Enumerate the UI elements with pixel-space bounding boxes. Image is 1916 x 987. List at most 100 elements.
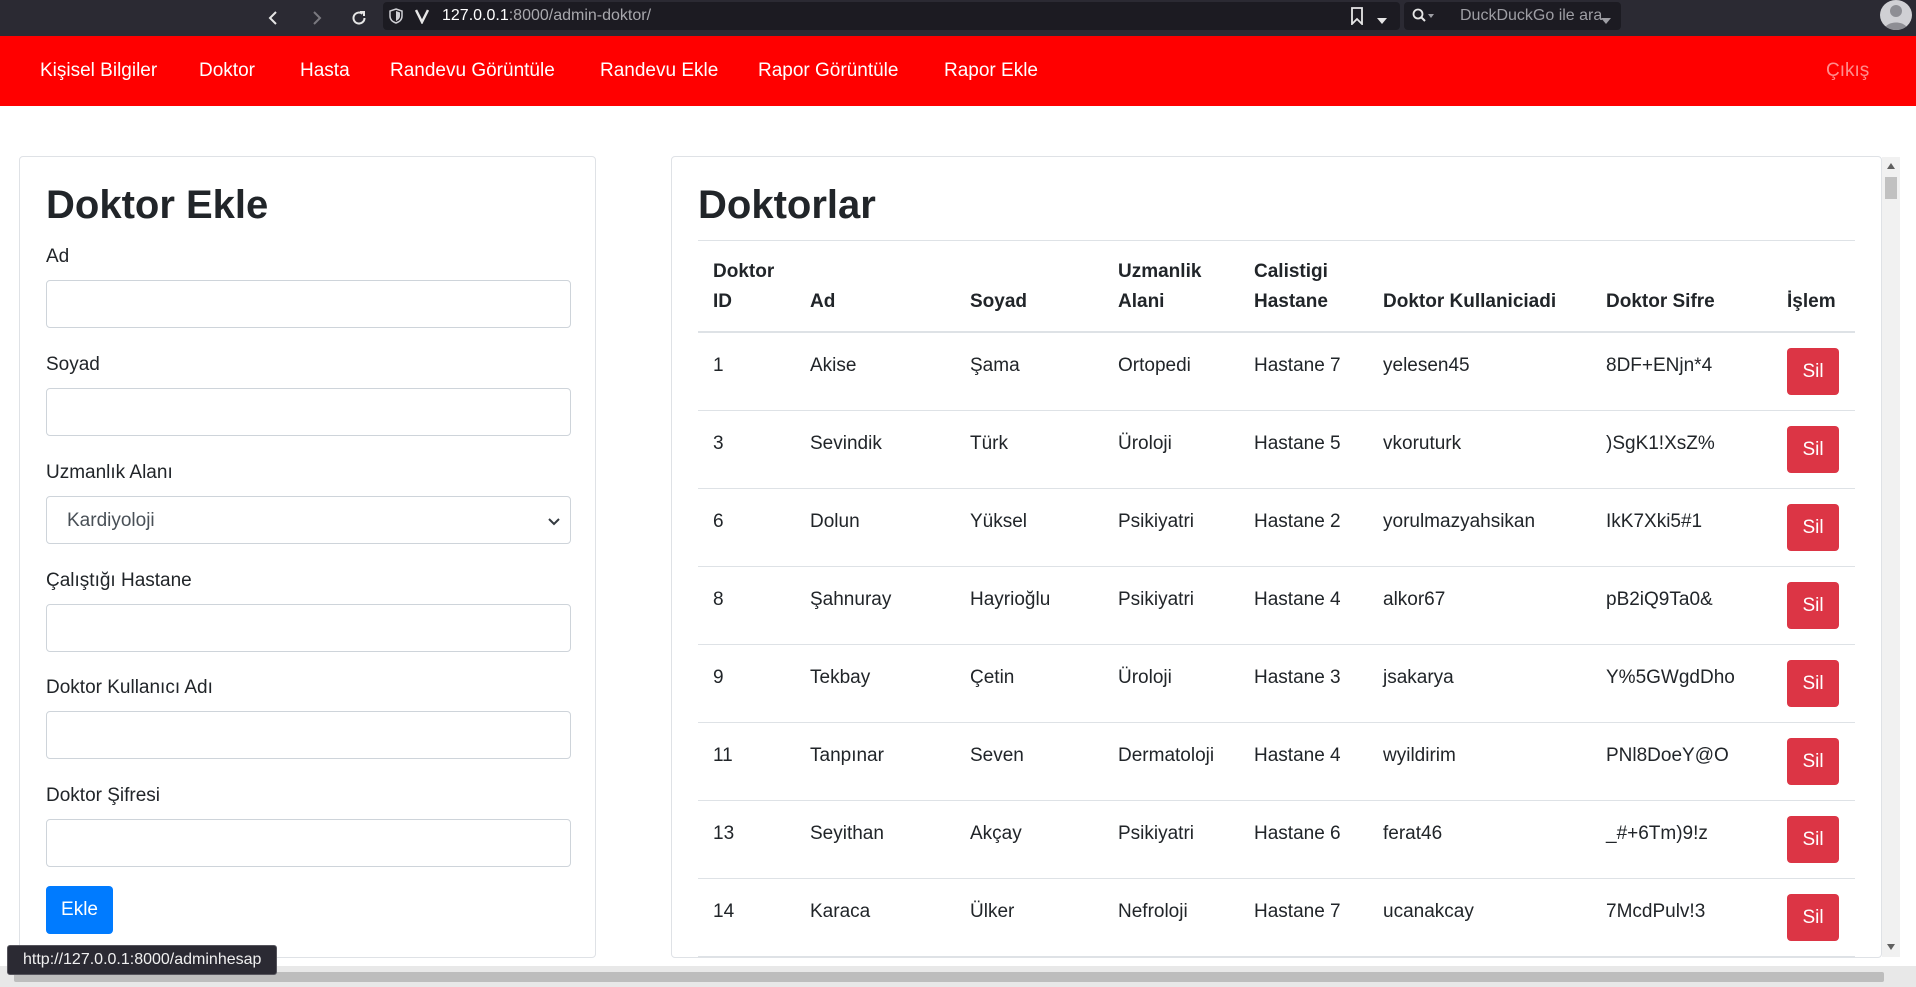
cell-id: 1 xyxy=(713,355,724,376)
cell-sifre: IkK7Xki5#1 xyxy=(1606,511,1703,532)
nav-randevu-ekle[interactable]: Randevu Ekle xyxy=(600,60,718,82)
header-uzmanlik: Uzmanlik Alani xyxy=(1118,257,1201,317)
header-ad: Ad xyxy=(810,291,836,312)
cell-sifre: 7McdPulv!3 xyxy=(1606,901,1706,922)
scrollbar-thumb[interactable] xyxy=(1885,177,1897,199)
header-uzmanlik-line1: Uzmanlik xyxy=(1118,261,1202,282)
forward-icon[interactable] xyxy=(303,4,331,32)
url-path: :8000/admin-doktor/ xyxy=(508,7,652,24)
first-name-input[interactable] xyxy=(46,280,571,328)
chevron-down-icon[interactable] xyxy=(1600,12,1612,30)
header-doktor-id: Doktor ID xyxy=(713,257,774,317)
header-hastane-line1: Calistigi xyxy=(1254,261,1328,282)
cell-uzmanlik: Psikiyatri xyxy=(1118,589,1195,610)
cell-hastane: Hastane 4 xyxy=(1254,745,1341,766)
cell-id: 9 xyxy=(713,667,724,688)
cell-sifre: 8DF+ENjn*4 xyxy=(1606,355,1713,376)
cell-ad: Şahnuray xyxy=(810,589,892,610)
header-islem: İşlem xyxy=(1787,291,1836,312)
cell-hastane: Hastane 3 xyxy=(1254,667,1341,688)
cell-kullanici: alkor67 xyxy=(1383,589,1446,610)
cell-hastane: Hastane 6 xyxy=(1254,823,1341,844)
row-divider xyxy=(698,722,1855,723)
add-doctor-button[interactable]: Ekle xyxy=(46,886,113,934)
cell-kullanici: ucanakcay xyxy=(1383,901,1474,922)
specialty-select[interactable]: Kardiyoloji xyxy=(46,496,571,544)
header-soyad: Soyad xyxy=(970,291,1028,312)
cell-soyad: Çetin xyxy=(970,667,1015,688)
delete-button[interactable]: Sil xyxy=(1787,582,1839,629)
header-divider xyxy=(698,331,1855,333)
cell-hastane: Hastane 5 xyxy=(1254,433,1341,454)
shield-icon xyxy=(389,8,403,29)
delete-button[interactable]: Sil xyxy=(1787,738,1839,785)
last-name-input[interactable] xyxy=(46,388,571,436)
page-scrollbar-thumb[interactable] xyxy=(14,972,1884,982)
delete-button[interactable]: Sil xyxy=(1787,426,1839,473)
cell-uzmanlik: Dermatoloji xyxy=(1118,745,1215,766)
table-scrollbar[interactable] xyxy=(1882,157,1900,957)
url-text[interactable]: 127.0.0.1:8000/admin-doktor/ xyxy=(442,7,651,25)
cell-uzmanlik: Üroloji xyxy=(1118,433,1172,454)
specialty-selected-value: Kardiyoloji xyxy=(67,510,155,531)
cell-uzmanlik: Psikiyatri xyxy=(1118,511,1195,532)
cell-soyad: Türk xyxy=(970,433,1008,454)
cell-id: 6 xyxy=(713,511,724,532)
row-divider xyxy=(698,956,1855,957)
cell-hastane: Hastane 4 xyxy=(1254,589,1341,610)
specialty-label: Uzmanlık Alanı xyxy=(46,462,173,483)
doctors-card: Doktorlar Doktor ID Ad Soyad Uzmanlik Al… xyxy=(671,156,1882,958)
cell-ad: Dolun xyxy=(810,511,860,532)
delete-button[interactable]: Sil xyxy=(1787,504,1839,551)
username-input[interactable] xyxy=(46,711,571,759)
nav-hasta[interactable]: Hasta xyxy=(300,60,350,82)
address-bar[interactable]: 127.0.0.1:8000/admin-doktor/ xyxy=(383,2,1400,30)
cell-uzmanlik: Üroloji xyxy=(1118,667,1172,688)
first-name-label: Ad xyxy=(46,246,70,267)
hospital-label: Çalıştığı Hastane xyxy=(46,570,192,591)
header-kullaniciadi: Doktor Kullaniciadi xyxy=(1383,291,1557,312)
password-label: Doktor Şifresi xyxy=(46,785,161,806)
password-input[interactable] xyxy=(46,819,571,867)
page-scrollbar[interactable] xyxy=(0,966,1916,987)
row-divider xyxy=(698,488,1855,489)
browser-toolbar: 127.0.0.1:8000/admin-doktor/ DuckDuckGo … xyxy=(0,0,1916,36)
header-hastane: Calistigi Hastane xyxy=(1254,257,1328,317)
cell-sifre: )SgK1!XsZ% xyxy=(1606,433,1715,454)
row-divider xyxy=(698,410,1855,411)
nav-doktor[interactable]: Doktor xyxy=(199,60,255,82)
cell-soyad: Ülker xyxy=(970,901,1015,922)
back-icon[interactable] xyxy=(259,4,287,32)
nav-rapor-goruntule[interactable]: Rapor Görüntüle xyxy=(758,60,898,82)
delete-button[interactable]: Sil xyxy=(1787,348,1839,395)
delete-button[interactable]: Sil xyxy=(1787,816,1839,863)
scroll-down-icon[interactable] xyxy=(1887,944,1895,950)
scroll-up-icon[interactable] xyxy=(1887,163,1895,169)
search-bar[interactable]: DuckDuckGo ile ara xyxy=(1404,2,1621,30)
nav-rapor-ekle[interactable]: Rapor Ekle xyxy=(944,60,1038,82)
hospital-input[interactable] xyxy=(46,604,571,652)
logout-link[interactable]: Çıkış xyxy=(1826,60,1869,82)
dropdown-icon[interactable] xyxy=(1376,12,1388,30)
delete-button[interactable]: Sil xyxy=(1787,660,1839,707)
cell-hastane: Hastane 7 xyxy=(1254,355,1341,376)
cell-hastane: Hastane 2 xyxy=(1254,511,1341,532)
bookmark-icon[interactable] xyxy=(1350,7,1364,30)
cell-uzmanlik: Ortopedi xyxy=(1118,355,1191,376)
username-label: Doktor Kullanıcı Adı xyxy=(46,677,213,698)
delete-button[interactable]: Sil xyxy=(1787,894,1839,941)
add-doctor-card: Doktor Ekle Ad Soyad Uzmanlık Alanı Kard… xyxy=(19,156,596,958)
cell-kullanici: ferat46 xyxy=(1383,823,1443,844)
cell-sifre: PNl8DoeY@O xyxy=(1606,745,1729,766)
nav-kisisel-bilgiler[interactable]: Kişisel Bilgiler xyxy=(40,60,157,82)
last-name-label: Soyad xyxy=(46,354,100,375)
avatar-icon[interactable] xyxy=(1880,0,1912,30)
cell-soyad: Akçay xyxy=(970,823,1022,844)
reload-icon[interactable] xyxy=(345,4,373,32)
top-navbar: Kişisel Bilgiler Doktor Hasta Randevu Gö… xyxy=(0,36,1916,106)
cell-ad: Tanpınar xyxy=(810,745,884,766)
header-hastane-line2: Hastane xyxy=(1254,291,1328,312)
cell-hastane: Hastane 7 xyxy=(1254,901,1341,922)
nav-randevu-goruntule[interactable]: Randevu Görüntüle xyxy=(390,60,555,82)
status-url-tooltip: http://127.0.0.1:8000/adminhesap xyxy=(7,945,278,975)
